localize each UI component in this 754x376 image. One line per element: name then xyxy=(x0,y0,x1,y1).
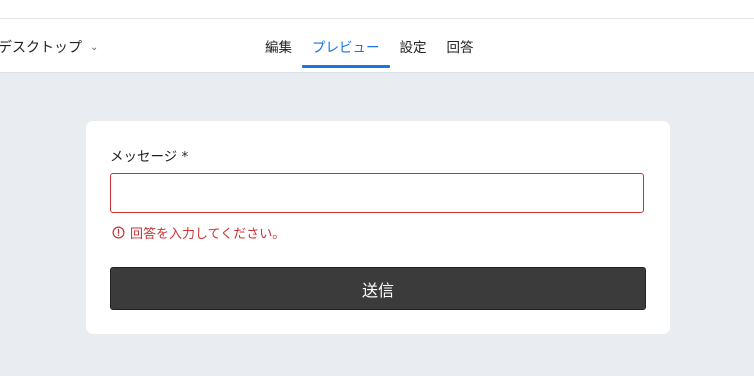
message-input[interactable] xyxy=(110,173,644,213)
submit-button-label: 送信 xyxy=(361,280,394,300)
mode-tabs: 編集 プレビュー 設定 回答 xyxy=(255,19,484,72)
chevron-down-icon: ⌄ xyxy=(90,41,99,53)
tab-label: 回答 xyxy=(446,39,474,56)
top-strip xyxy=(0,0,754,19)
tab-label: 編集 xyxy=(265,39,292,56)
tab-settings[interactable]: 設定 xyxy=(390,19,437,72)
tab-preview[interactable]: プレビュー xyxy=(302,19,390,72)
tab-edit[interactable]: 編集 xyxy=(255,19,302,72)
tab-label: 設定 xyxy=(399,39,427,56)
device-selector[interactable]: デスクトップ ⌄ xyxy=(0,37,98,57)
error-text: 回答を入力してください。 xyxy=(130,227,286,242)
error-icon xyxy=(112,226,125,239)
validation-error: 回答を入力してください。 xyxy=(112,223,285,242)
editor-header: デスクトップ ⌄ 編集 プレビュー 設定 回答 xyxy=(0,19,754,73)
submit-button[interactable]: 送信 xyxy=(110,267,646,310)
device-selector-label: デスクトップ xyxy=(0,40,82,56)
tab-responses[interactable]: 回答 xyxy=(437,19,484,72)
message-field-label: メッセージ * xyxy=(110,149,189,165)
tab-label: プレビュー xyxy=(312,39,380,56)
form-card: メッセージ * 回答を入力してください。 送信 xyxy=(86,121,670,334)
